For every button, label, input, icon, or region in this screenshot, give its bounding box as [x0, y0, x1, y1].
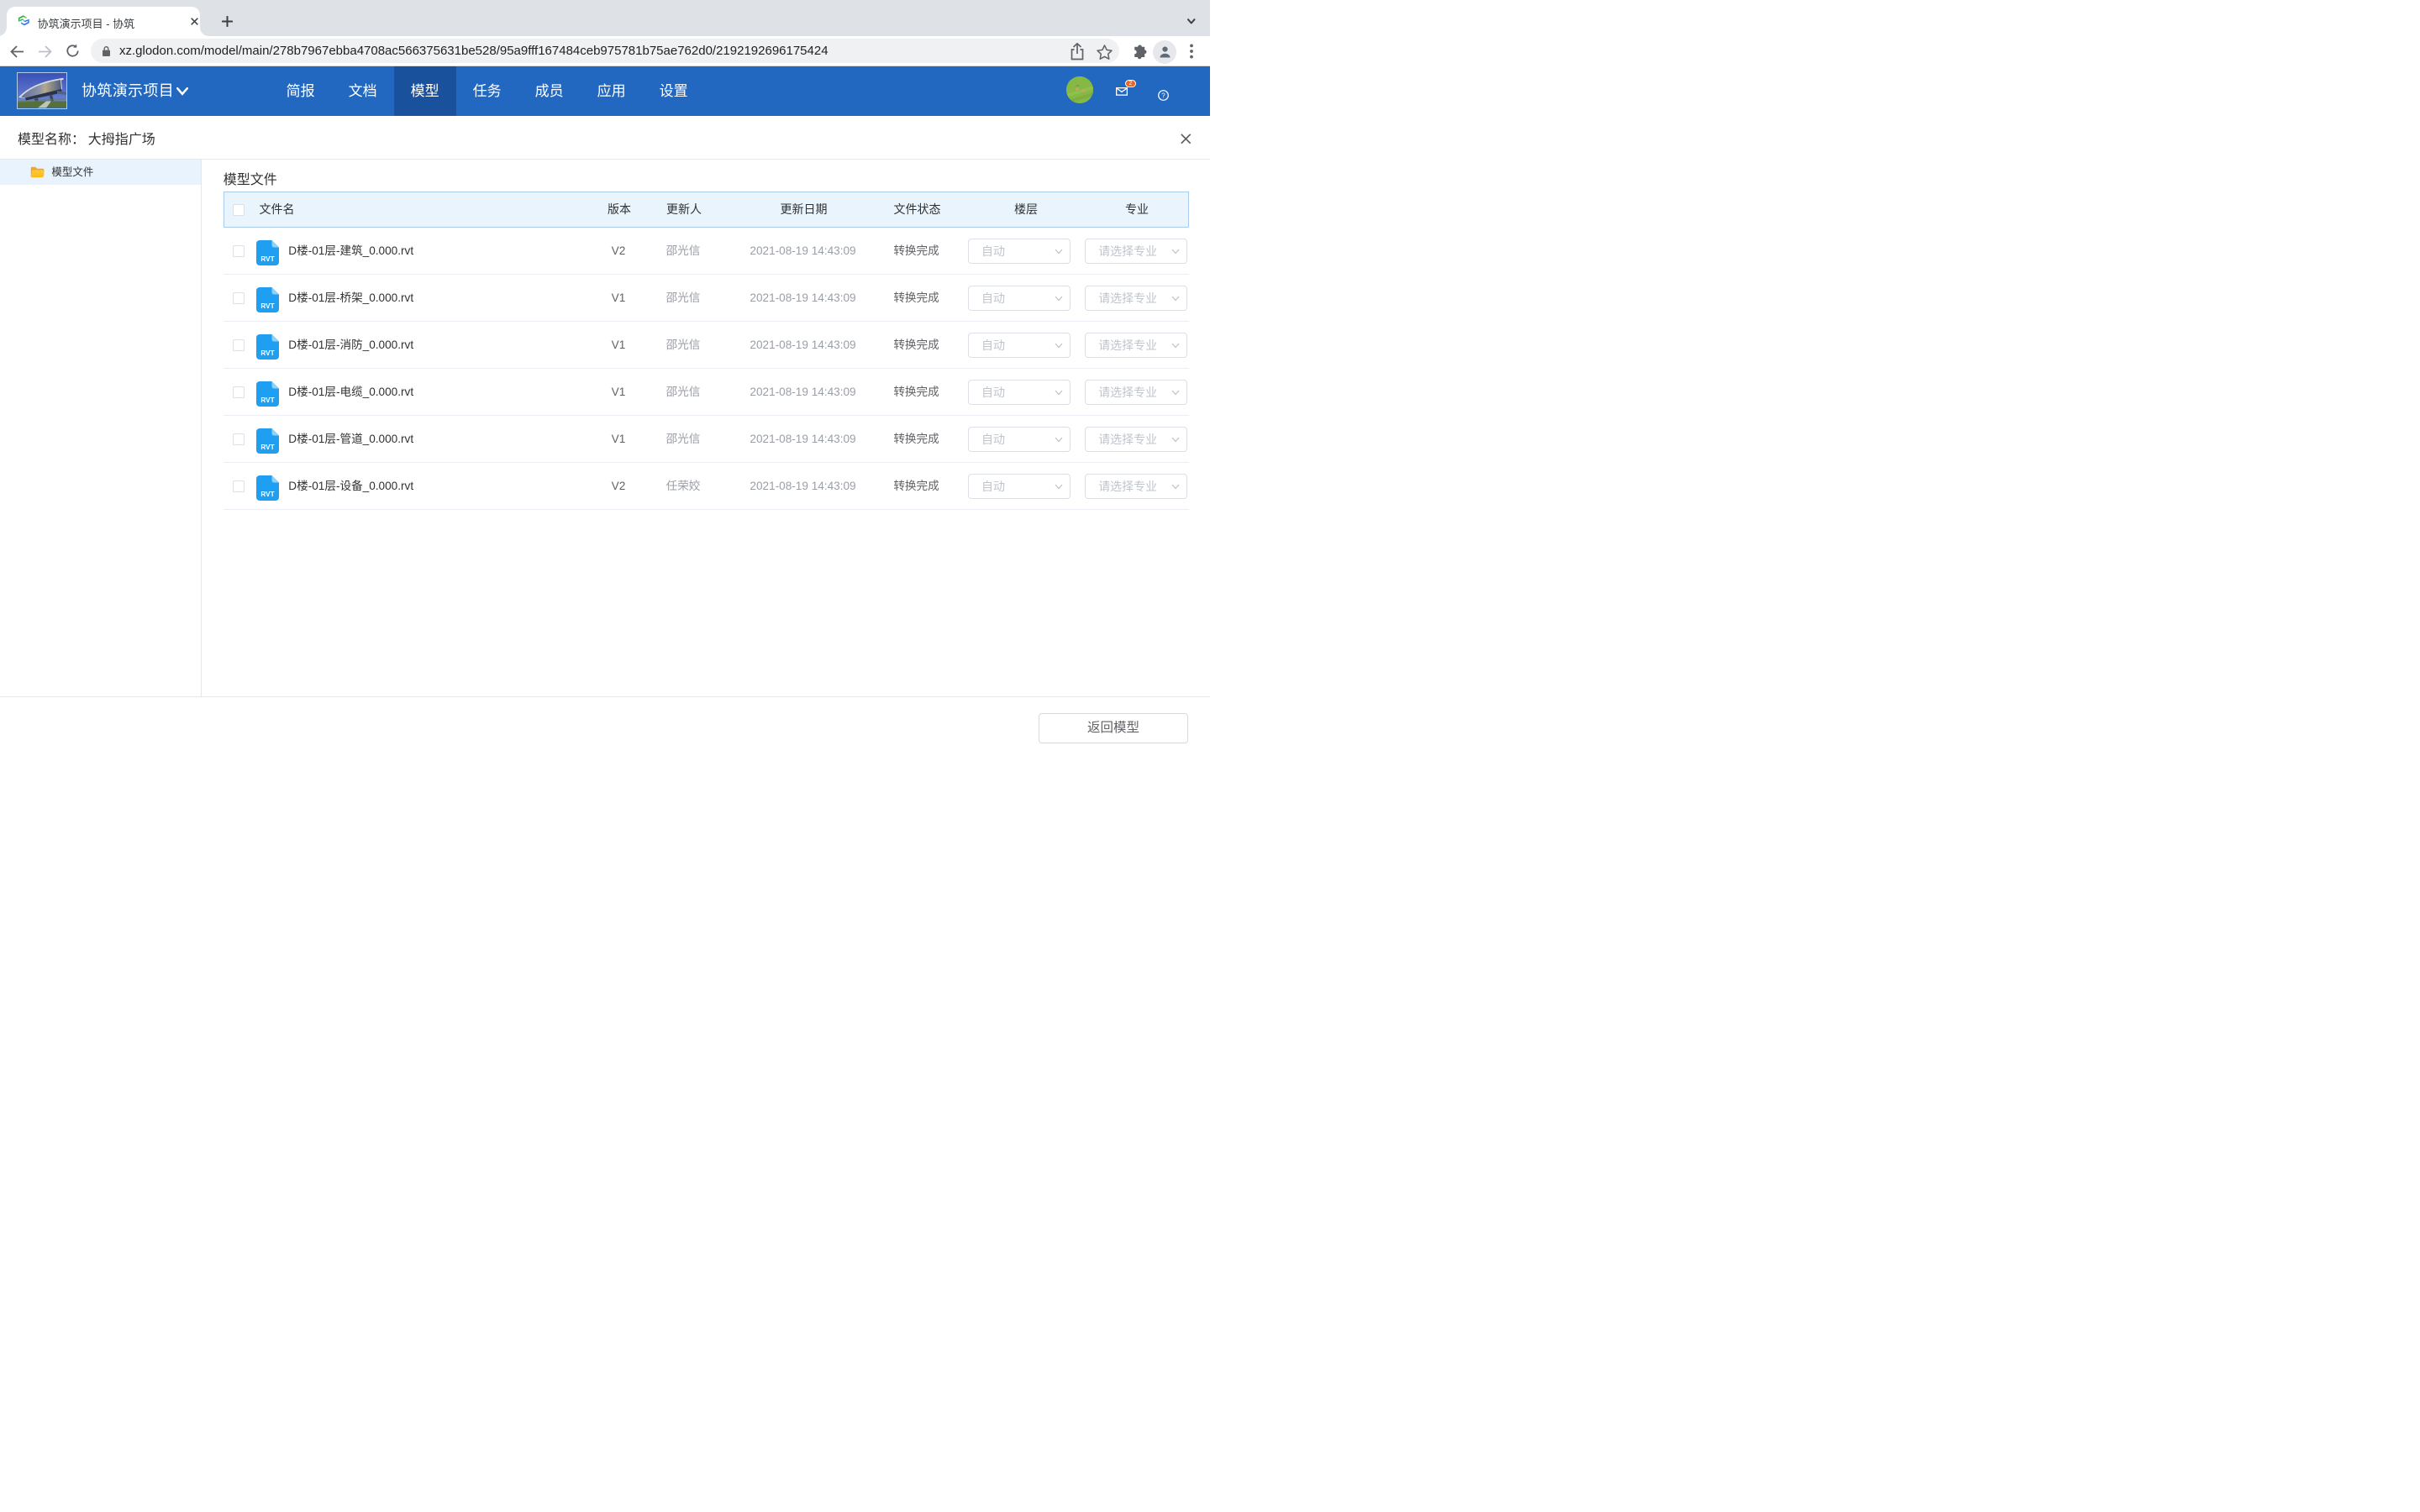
svg-text:RVT: RVT — [260, 302, 274, 310]
svg-text:RVT: RVT — [260, 255, 274, 263]
svg-text:RVT: RVT — [260, 349, 274, 357]
svg-text:RVT: RVT — [260, 444, 274, 451]
svg-text:RVT: RVT — [260, 396, 274, 404]
svg-text:RVT: RVT — [260, 491, 274, 498]
svg-text:?: ? — [1162, 92, 1166, 100]
